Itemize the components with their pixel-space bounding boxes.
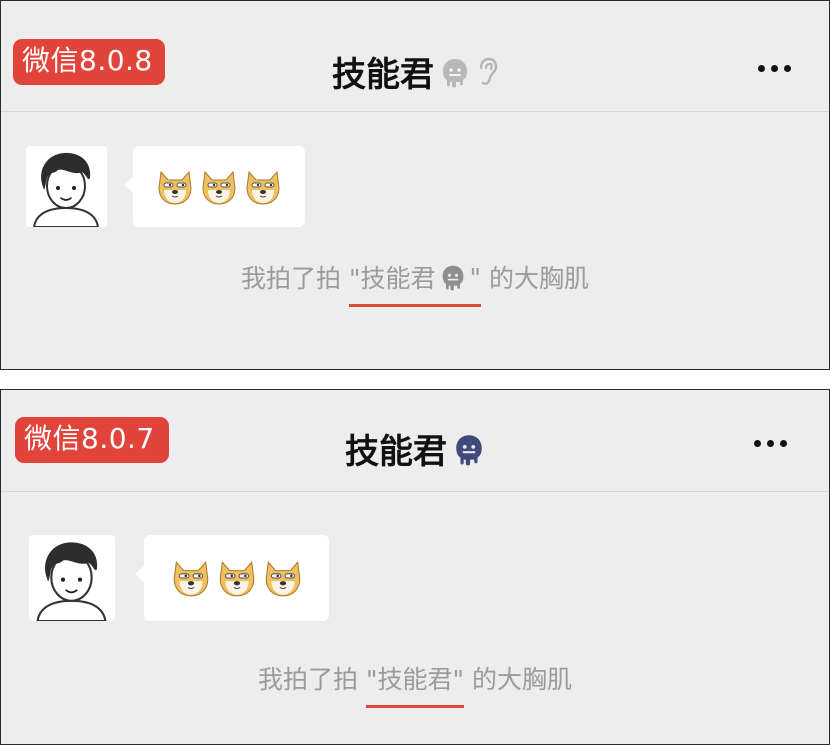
message-bubble[interactable] xyxy=(135,535,329,621)
doge-emoji xyxy=(265,561,300,597)
message-bubble[interactable] xyxy=(124,146,305,227)
pat-suffix: 的大胸肌 xyxy=(481,264,589,293)
pat-target-close-quote: " xyxy=(469,262,482,292)
dot-icon xyxy=(780,440,787,447)
chat-panel-808: 微信8.0.8 技能君 我拍了拍 "技能君 " 的大胸肌 xyxy=(0,0,830,370)
pat-prefix: 我拍了拍 xyxy=(241,264,349,293)
pat-target-name: "技能君" xyxy=(366,660,464,708)
chat-title[interactable]: 技能君 xyxy=(1,424,829,473)
dot-icon xyxy=(767,440,774,447)
pat-target-name: "技能君 " xyxy=(349,259,482,307)
pat-suffix: 的大胸肌 xyxy=(464,665,572,694)
chat-panel-807: 微信8.0.7 技能君 我拍了拍 "技能君" 的大胸肌 xyxy=(0,389,830,745)
pat-target-text: "技能君 xyxy=(349,264,436,293)
melting-face-icon xyxy=(443,58,467,87)
dot-icon xyxy=(771,65,778,72)
chat-title[interactable]: 技能君 xyxy=(1,47,829,96)
chat-title-text: 技能君 xyxy=(332,55,434,95)
chat-header: 微信8.0.7 技能君 xyxy=(1,390,829,492)
doge-emoji xyxy=(173,561,208,597)
melting-face-icon xyxy=(442,265,463,291)
melting-face-icon xyxy=(456,434,482,465)
doge-emoji xyxy=(246,170,280,205)
ear-icon xyxy=(479,57,498,85)
pat-prefix: 我拍了拍 xyxy=(258,665,366,694)
dot-icon xyxy=(754,440,761,447)
pat-system-message: 我拍了拍 "技能君" 的大胸肌 xyxy=(1,660,829,708)
avatar[interactable] xyxy=(29,535,115,621)
dot-icon xyxy=(758,65,765,72)
dot-icon xyxy=(784,65,791,72)
doge-emoji xyxy=(202,170,236,205)
more-options-button[interactable] xyxy=(754,440,787,447)
doge-emoji xyxy=(219,561,254,597)
doge-emoji xyxy=(158,170,192,205)
chat-header: 微信8.0.8 技能君 xyxy=(1,1,829,112)
avatar[interactable] xyxy=(26,146,107,227)
underline-mark xyxy=(366,705,464,708)
pat-system-message: 我拍了拍 "技能君 " 的大胸肌 xyxy=(1,259,829,307)
more-options-button[interactable] xyxy=(758,65,791,72)
pat-target-text: "技能君" xyxy=(366,665,464,694)
chat-title-text: 技能君 xyxy=(345,432,447,472)
underline-mark xyxy=(349,304,481,307)
